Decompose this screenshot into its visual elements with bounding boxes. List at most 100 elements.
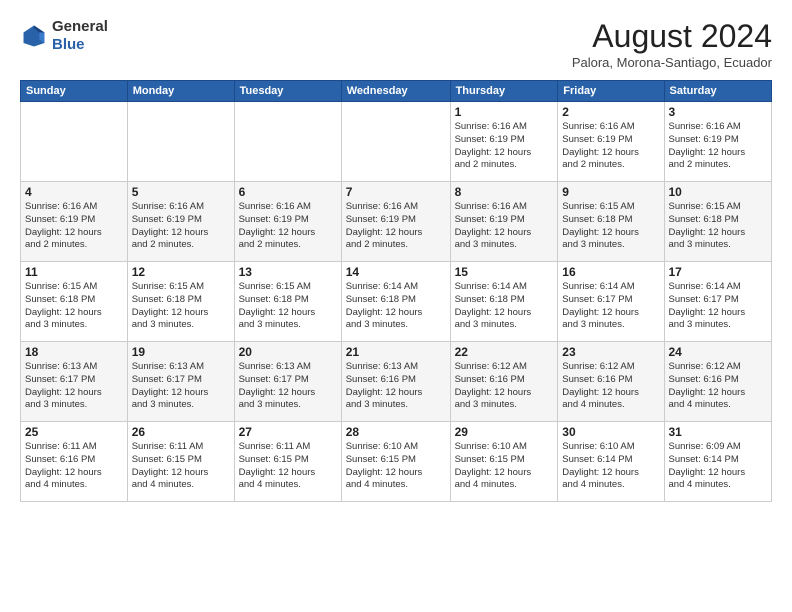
day-number: 6	[239, 185, 337, 199]
calendar-cell: 24 Sunrise: 6:12 AM Sunset: 6:16 PM Dayli…	[664, 342, 772, 422]
calendar-cell: 20 Sunrise: 6:13 AM Sunset: 6:17 PM Dayli…	[234, 342, 341, 422]
day-info: Sunrise: 6:10 AM Sunset: 6:14 PM Dayligh…	[562, 441, 659, 492]
calendar-cell	[21, 102, 128, 182]
day-number: 2	[562, 105, 659, 119]
calendar-cell: 22 Sunrise: 6:12 AM Sunset: 6:16 PM Dayli…	[450, 342, 558, 422]
calendar-cell: 25Sunrise: 6:11 AM Sunset: 6:16 PM Dayli…	[21, 422, 128, 502]
day-info: Sunrise: 6:14 AM Sunset: 6:18 PM Dayligh…	[455, 281, 554, 332]
logo-general-text: General	[52, 18, 108, 35]
weekday-monday: Monday	[127, 81, 234, 102]
weekday-tuesday: Tuesday	[234, 81, 341, 102]
day-info: Sunrise: 6:12 AM Sunset: 6:16 PM Dayligh…	[669, 361, 768, 412]
day-info: Sunrise: 6:14 AM Sunset: 6:17 PM Dayligh…	[562, 281, 659, 332]
day-number: 9	[562, 185, 659, 199]
day-number: 18	[25, 345, 123, 359]
title-block: August 2024 Palora, Morona-Santiago, Ecu…	[572, 18, 772, 70]
day-info: Sunrise: 6:16 AM Sunset: 6:19 PM Dayligh…	[562, 121, 659, 172]
calendar-cell: 21 Sunrise: 6:13 AM Sunset: 6:16 PM Dayli…	[341, 342, 450, 422]
weekday-row: Sunday Monday Tuesday Wednesday Thursday…	[21, 81, 772, 102]
day-info: Sunrise: 6:16 AM Sunset: 6:19 PM Dayligh…	[669, 121, 768, 172]
calendar-cell: 26Sunrise: 6:11 AM Sunset: 6:15 PM Dayli…	[127, 422, 234, 502]
weekday-friday: Friday	[558, 81, 664, 102]
calendar-cell: 4 Sunrise: 6:16 AM Sunset: 6:19 PM Daylig…	[21, 182, 128, 262]
page: General Blue August 2024 Palora, Morona-…	[0, 0, 792, 612]
day-number: 13	[239, 265, 337, 279]
logo-icon	[20, 22, 48, 50]
day-info: Sunrise: 6:16 AM Sunset: 6:19 PM Dayligh…	[25, 201, 123, 252]
day-number: 17	[669, 265, 768, 279]
day-number: 25	[25, 425, 123, 439]
day-info: Sunrise: 6:12 AM Sunset: 6:16 PM Dayligh…	[562, 361, 659, 412]
day-info: Sunrise: 6:13 AM Sunset: 6:17 PM Dayligh…	[25, 361, 123, 412]
day-number: 16	[562, 265, 659, 279]
month-title: August 2024	[572, 18, 772, 55]
calendar-cell: 12 Sunrise: 6:15 AM Sunset: 6:18 PM Dayli…	[127, 262, 234, 342]
day-number: 7	[346, 185, 446, 199]
day-info: Sunrise: 6:14 AM Sunset: 6:18 PM Dayligh…	[346, 281, 446, 332]
calendar-cell: 15 Sunrise: 6:14 AM Sunset: 6:18 PM Dayli…	[450, 262, 558, 342]
day-number: 12	[132, 265, 230, 279]
day-number: 20	[239, 345, 337, 359]
day-number: 1	[455, 105, 554, 119]
calendar-cell: 13Sunrise: 6:15 AM Sunset: 6:18 PM Dayli…	[234, 262, 341, 342]
day-number: 24	[669, 345, 768, 359]
weekday-saturday: Saturday	[664, 81, 772, 102]
calendar: Sunday Monday Tuesday Wednesday Thursday…	[20, 80, 772, 502]
day-number: 11	[25, 265, 123, 279]
calendar-cell: 1Sunrise: 6:16 AM Sunset: 6:19 PM Daylig…	[450, 102, 558, 182]
day-info: Sunrise: 6:11 AM Sunset: 6:15 PM Dayligh…	[239, 441, 337, 492]
day-info: Sunrise: 6:11 AM Sunset: 6:15 PM Dayligh…	[132, 441, 230, 492]
day-number: 15	[455, 265, 554, 279]
day-number: 14	[346, 265, 446, 279]
day-info: Sunrise: 6:16 AM Sunset: 6:19 PM Dayligh…	[346, 201, 446, 252]
day-number: 22	[455, 345, 554, 359]
day-info: Sunrise: 6:15 AM Sunset: 6:18 PM Dayligh…	[25, 281, 123, 332]
day-number: 31	[669, 425, 768, 439]
day-info: Sunrise: 6:16 AM Sunset: 6:19 PM Dayligh…	[239, 201, 337, 252]
day-info: Sunrise: 6:13 AM Sunset: 6:17 PM Dayligh…	[239, 361, 337, 412]
day-number: 5	[132, 185, 230, 199]
calendar-cell: 27 Sunrise: 6:11 AM Sunset: 6:15 PM Dayli…	[234, 422, 341, 502]
day-number: 28	[346, 425, 446, 439]
day-info: Sunrise: 6:15 AM Sunset: 6:18 PM Dayligh…	[132, 281, 230, 332]
calendar-cell: 3Sunrise: 6:16 AM Sunset: 6:19 PM Daylig…	[664, 102, 772, 182]
day-number: 27	[239, 425, 337, 439]
calendar-cell: 9 Sunrise: 6:15 AM Sunset: 6:18 PM Daylig…	[558, 182, 664, 262]
logo: General Blue	[20, 18, 108, 54]
day-number: 4	[25, 185, 123, 199]
day-number: 21	[346, 345, 446, 359]
calendar-week-0: 1 Sunrise: 6:16 AM Sunset: 6:19 PM Daylig…	[21, 102, 772, 182]
calendar-week-3: 18 Sunrise: 6:13 AM Sunset: 6:17 PM Dayli…	[21, 342, 772, 422]
calendar-cell: 11 Sunrise: 6:15 AM Sunset: 6:18 PM Dayli…	[21, 262, 128, 342]
calendar-week-1: 4 Sunrise: 6:16 AM Sunset: 6:19 PM Daylig…	[21, 182, 772, 262]
day-info: Sunrise: 6:13 AM Sunset: 6:16 PM Dayligh…	[346, 361, 446, 412]
calendar-cell	[234, 102, 341, 182]
location: Palora, Morona-Santiago, Ecuador	[572, 55, 772, 70]
calendar-cell: 14 Sunrise: 6:14 AM Sunset: 6:18 PM Dayli…	[341, 262, 450, 342]
day-info: Sunrise: 6:14 AM Sunset: 6:17 PM Dayligh…	[669, 281, 768, 332]
calendar-cell: 7 Sunrise: 6:16 AM Sunset: 6:19 PM Daylig…	[341, 182, 450, 262]
calendar-cell	[127, 102, 234, 182]
day-info: Sunrise: 6:16 AM Sunset: 6:19 PM Dayligh…	[455, 201, 554, 252]
calendar-cell: 23 Sunrise: 6:12 AM Sunset: 6:16 PM Dayli…	[558, 342, 664, 422]
day-number: 30	[562, 425, 659, 439]
day-info: Sunrise: 6:12 AM Sunset: 6:16 PM Dayligh…	[455, 361, 554, 412]
calendar-cell: 29Sunrise: 6:10 AM Sunset: 6:15 PM Dayli…	[450, 422, 558, 502]
logo-blue-text: Blue	[52, 36, 85, 53]
calendar-cell: 30 Sunrise: 6:10 AM Sunset: 6:14 PM Dayli…	[558, 422, 664, 502]
header: General Blue August 2024 Palora, Morona-…	[20, 18, 772, 70]
calendar-cell: 17 Sunrise: 6:14 AM Sunset: 6:17 PM Dayli…	[664, 262, 772, 342]
day-info: Sunrise: 6:15 AM Sunset: 6:18 PM Dayligh…	[669, 201, 768, 252]
calendar-cell: 31 Sunrise: 6:09 AM Sunset: 6:14 PM Dayli…	[664, 422, 772, 502]
calendar-cell: 6 Sunrise: 6:16 AM Sunset: 6:19 PM Daylig…	[234, 182, 341, 262]
day-info: Sunrise: 6:15 AM Sunset: 6:18 PM Dayligh…	[562, 201, 659, 252]
weekday-thursday: Thursday	[450, 81, 558, 102]
calendar-cell	[341, 102, 450, 182]
weekday-wednesday: Wednesday	[341, 81, 450, 102]
calendar-week-4: 25Sunrise: 6:11 AM Sunset: 6:16 PM Dayli…	[21, 422, 772, 502]
day-number: 23	[562, 345, 659, 359]
calendar-body: 1 Sunrise: 6:16 AM Sunset: 6:19 PM Daylig…	[21, 102, 772, 502]
calendar-cell: 16 Sunrise: 6:14 AM Sunset: 6:17 PM Dayli…	[558, 262, 664, 342]
calendar-cell: 19Sunrise: 6:13 AM Sunset: 6:17 PM Dayli…	[127, 342, 234, 422]
day-info: Sunrise: 6:09 AM Sunset: 6:14 PM Dayligh…	[669, 441, 768, 492]
